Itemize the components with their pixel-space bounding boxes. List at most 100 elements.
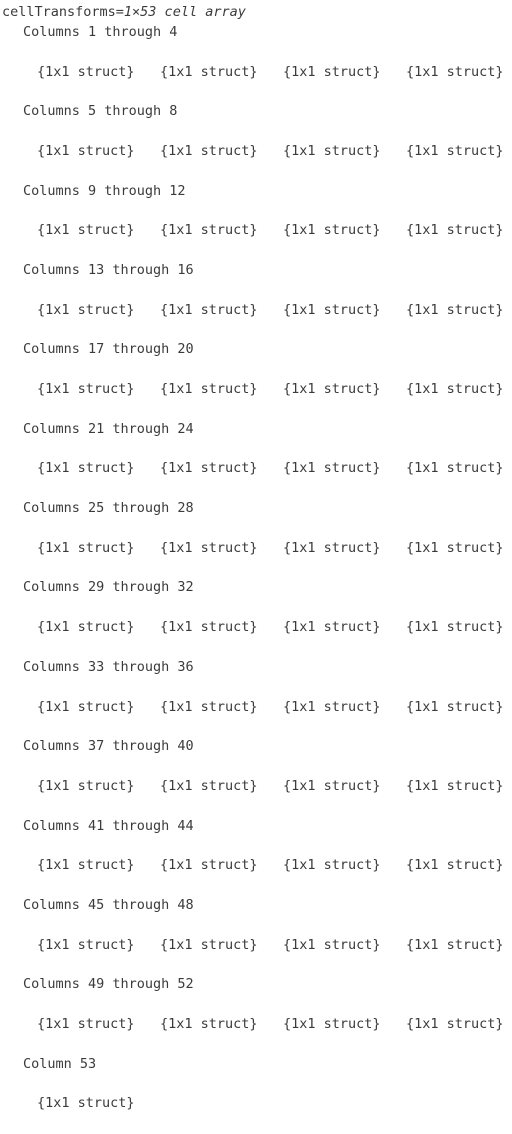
column-range-heading: Columns 1 through 4 xyxy=(23,23,178,40)
column-range-heading: Columns 45 through 48 xyxy=(23,896,194,913)
cell-value: {1x1 struct} xyxy=(37,301,135,318)
cell-value: {1x1 struct} xyxy=(406,539,504,556)
cell-values-row: {1x1 struct} {1x1 struct} {1x1 struct} {1x1… xyxy=(0,221,512,241)
cell-values-row: {1x1 struct} {1x1 struct} {1x1 struct} {1x1… xyxy=(0,856,512,876)
column-block: Columns 25 through 28 {1x1 struct} {1x1 st… xyxy=(0,499,512,578)
column-range-heading: Columns 49 through 52 xyxy=(23,976,194,993)
cell-value: {1x1 struct} xyxy=(160,777,258,794)
cell-values-row: {1x1 struct} {1x1 struct} {1x1 struct} {1x1… xyxy=(0,936,512,956)
cell-value: {1x1 struct} xyxy=(283,619,381,636)
column-block: Column 53 {1x1 struct} xyxy=(0,1055,512,1134)
cell-values-row: {1x1 struct} {1x1 struct} {1x1 struct} {1x1… xyxy=(0,142,512,162)
cell-value: {1x1 struct} xyxy=(37,857,135,874)
cell-values-row: {1x1 struct} {1x1 struct} {1x1 struct} {1x1… xyxy=(0,698,512,718)
cell-value: {1x1 struct} xyxy=(283,1016,381,1033)
column-range-heading: Columns 9 through 12 xyxy=(23,182,186,199)
cell-value: {1x1 struct} xyxy=(160,142,258,159)
cell-value: {1x1 struct} xyxy=(160,460,258,477)
cell-values-row: {1x1 struct} {1x1 struct} {1x1 struct} {1x1… xyxy=(0,1015,512,1035)
cell-values-row: {1x1 struct} xyxy=(0,1094,512,1114)
column-range-heading: Columns 5 through 8 xyxy=(23,103,178,120)
cell-value: {1x1 struct} xyxy=(283,142,381,159)
cell-value: {1x1 struct} xyxy=(37,619,135,636)
cell-value: {1x1 struct} xyxy=(37,63,135,80)
cell-value: {1x1 struct} xyxy=(160,381,258,398)
cell-value: {1x1 struct} xyxy=(283,381,381,398)
cell-value: {1x1 struct} xyxy=(406,777,504,794)
cell-values-row: {1x1 struct} {1x1 struct} {1x1 struct} {1x1… xyxy=(0,539,512,559)
cell-value: {1x1 struct} xyxy=(37,936,135,953)
cell-value: {1x1 struct} xyxy=(37,1095,135,1112)
cell-value: {1x1 struct} xyxy=(160,619,258,636)
cell-value: {1x1 struct} xyxy=(406,142,504,159)
cell-value: {1x1 struct} xyxy=(283,698,381,715)
cell-value: {1x1 struct} xyxy=(283,301,381,318)
cell-value: {1x1 struct} xyxy=(406,698,504,715)
cell-value: {1x1 struct} xyxy=(37,460,135,477)
column-block: Columns 21 through 24 {1x1 struct} {1x1 st… xyxy=(0,420,512,499)
column-range-heading: Columns 41 through 44 xyxy=(23,817,194,834)
cell-value: {1x1 struct} xyxy=(406,381,504,398)
cell-value: {1x1 struct} xyxy=(37,142,135,159)
column-range-heading: Columns 37 through 40 xyxy=(23,738,194,755)
cell-value: {1x1 struct} xyxy=(283,936,381,953)
cell-value: {1x1 struct} xyxy=(37,381,135,398)
variable-description: 1×53 cell array xyxy=(123,4,246,20)
column-range-heading: Columns 29 through 32 xyxy=(23,579,194,596)
column-block: Columns 37 through 40 {1x1 struct} {1x1 st… xyxy=(0,737,512,816)
cell-value: {1x1 struct} xyxy=(37,1016,135,1033)
column-blocks-container: Columns 1 through 4 {1x1 struct} {1x1 stru… xyxy=(0,23,512,1134)
cell-value: {1x1 struct} xyxy=(406,1016,504,1033)
column-range-heading: Column 53 xyxy=(23,1055,97,1072)
cell-value: {1x1 struct} xyxy=(406,222,504,239)
cell-value: {1x1 struct} xyxy=(283,460,381,477)
cell-value: {1x1 struct} xyxy=(283,539,381,556)
column-block: Columns 29 through 32 {1x1 struct} {1x1 st… xyxy=(0,578,512,657)
cell-value: {1x1 struct} xyxy=(160,301,258,318)
cell-value: {1x1 struct} xyxy=(37,222,135,239)
cell-value: {1x1 struct} xyxy=(37,539,135,556)
column-block: Columns 13 through 16 {1x1 struct} {1x1 st… xyxy=(0,261,512,340)
column-range-heading: Columns 21 through 24 xyxy=(23,420,194,437)
column-block: Columns 9 through 12 {1x1 struct} {1x1 str… xyxy=(0,182,512,261)
column-range-heading: Columns 13 through 16 xyxy=(23,261,194,278)
cell-value: {1x1 struct} xyxy=(283,222,381,239)
cell-value: {1x1 struct} xyxy=(160,936,258,953)
cell-value: {1x1 struct} xyxy=(283,857,381,874)
cell-value: {1x1 struct} xyxy=(283,777,381,794)
cell-values-row: {1x1 struct} {1x1 struct} {1x1 struct} {1x1… xyxy=(0,380,512,400)
column-block: Columns 45 through 48 {1x1 struct} {1x1 st… xyxy=(0,896,512,975)
cell-value: {1x1 struct} xyxy=(406,936,504,953)
cell-value: {1x1 struct} xyxy=(406,857,504,874)
column-block: Columns 49 through 52 {1x1 struct} {1x1 st… xyxy=(0,975,512,1054)
cell-value: {1x1 struct} xyxy=(406,301,504,318)
cell-values-row: {1x1 struct} {1x1 struct} {1x1 struct} {1x1… xyxy=(0,618,512,638)
column-block: Columns 1 through 4 {1x1 struct} {1x1 stru… xyxy=(0,23,512,102)
cell-values-row: {1x1 struct} {1x1 struct} {1x1 struct} {1x1… xyxy=(0,777,512,797)
column-block: Columns 5 through 8 {1x1 struct} {1x1 stru… xyxy=(0,102,512,181)
